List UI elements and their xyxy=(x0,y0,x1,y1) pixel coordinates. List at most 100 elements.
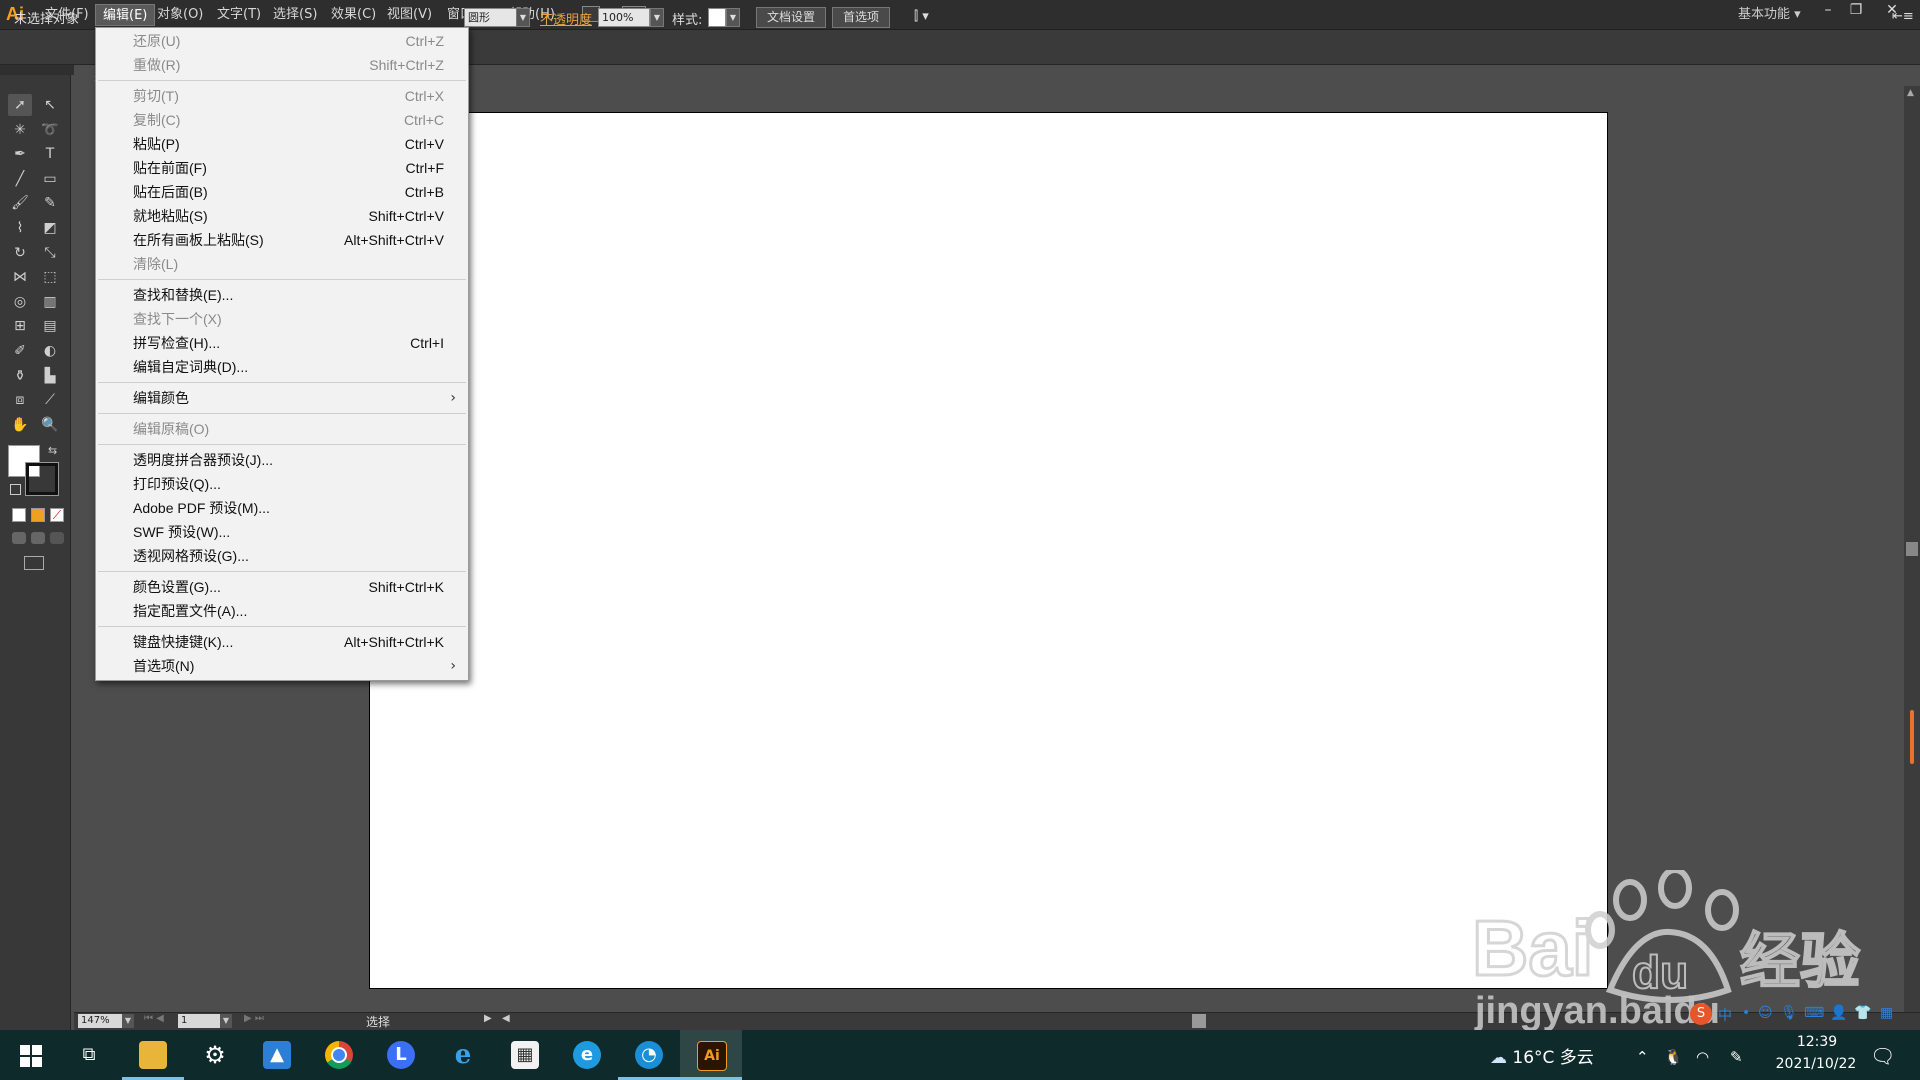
ime-punct-icon[interactable]: • xyxy=(1742,1005,1750,1021)
pen-tool-icon[interactable]: ✒ xyxy=(8,143,32,165)
slice-tool-icon[interactable]: ⟋ xyxy=(38,389,62,411)
shape-builder-tool-icon[interactable]: ◎ xyxy=(8,291,32,313)
opacity-link[interactable]: 不透明度 xyxy=(540,9,592,28)
selection-tool-icon[interactable]: ➚ xyxy=(8,94,32,116)
menu-select[interactable]: 选择(S) xyxy=(266,4,324,26)
edit-menu-item[interactable]: 首选项(N) › xyxy=(96,654,468,678)
scale-tool-icon[interactable]: ⤡ xyxy=(38,242,62,264)
rotate-tool-icon[interactable]: ↻ xyxy=(8,242,32,264)
edge-icon[interactable]: ◔ xyxy=(618,1030,680,1080)
ime-toolbar[interactable]: S 中 • ☺ 🎙 ⌨ 👤 👕 ▦ xyxy=(1690,1003,1906,1025)
sogou-ime-icon[interactable]: S xyxy=(1690,1003,1712,1025)
status-menu-icon[interactable]: ▶ xyxy=(484,1013,492,1024)
edit-menu-item[interactable]: 键盘快捷键(K)... Alt+Shift+Ctrl+K xyxy=(96,630,468,654)
internet-explorer-icon[interactable]: e xyxy=(432,1030,494,1080)
ime-voice-icon[interactable]: 🎙 xyxy=(1780,1005,1798,1021)
edit-menu-item[interactable]: SWF 预设(W)... xyxy=(96,520,468,544)
edit-menu-item[interactable]: 拼写检查(H)... Ctrl+I xyxy=(96,331,468,355)
chevron-down-icon[interactable]: ▼ xyxy=(122,1014,134,1028)
draw-inside-icon[interactable] xyxy=(50,532,64,544)
draw-normal-icon[interactable] xyxy=(12,532,26,544)
chevron-down-icon[interactable]: ▼ xyxy=(220,1014,232,1028)
direct-selection-tool-icon[interactable]: ↖ xyxy=(38,94,62,116)
paintbrush-tool-icon[interactable]: 🖌 xyxy=(8,192,32,214)
file-explorer-icon[interactable] xyxy=(122,1030,184,1080)
ime-emoji-icon[interactable]: ☺ xyxy=(1758,1005,1773,1021)
clock-time[interactable]: 12:39 xyxy=(1787,1034,1847,1050)
scroll-up-icon[interactable]: ▲ xyxy=(1907,88,1914,98)
menu-view[interactable]: 视图(V) xyxy=(380,4,439,26)
draw-behind-icon[interactable] xyxy=(31,532,45,544)
network-icon[interactable]: ◠ xyxy=(1696,1048,1709,1066)
edit-menu-item[interactable]: 透明度拼合器预设(J)... xyxy=(96,448,468,472)
screen-mode-icon[interactable] xyxy=(24,556,44,570)
edit-menu-item[interactable]: Adobe PDF 预设(M)... xyxy=(96,496,468,520)
photos-icon[interactable]: ▲ xyxy=(246,1030,308,1080)
edit-menu-item[interactable]: 指定配置文件(A)... xyxy=(96,599,468,623)
ime-chinese-mode-icon[interactable]: 中 xyxy=(1718,1005,1732,1025)
edit-menu-item[interactable]: 颜色设置(G)... Shift+Ctrl+K xyxy=(96,575,468,599)
lasso-tool-icon[interactable]: ➰ xyxy=(38,119,62,141)
free-transform-tool-icon[interactable]: ⬚ xyxy=(38,266,62,288)
pen-tray-icon[interactable]: ✎ xyxy=(1730,1048,1743,1066)
workspace-switcher[interactable]: 基本功能 ▾ xyxy=(1738,4,1801,26)
hand-tool-icon[interactable]: ✋ xyxy=(8,414,32,436)
chevron-down-icon[interactable]: ▼ xyxy=(650,8,664,27)
zoom-field[interactable]: 147% xyxy=(78,1014,126,1028)
panel-menu-icon[interactable]: ⇤≡ xyxy=(1892,9,1914,24)
ime-user-icon[interactable]: 👤 xyxy=(1830,1005,1847,1021)
menu-effect[interactable]: 效果(C) xyxy=(324,4,383,26)
default-colors-icon[interactable] xyxy=(10,484,21,495)
menu-object[interactable]: 对象(O) xyxy=(150,4,210,26)
stroke-color-swatch[interactable] xyxy=(25,462,59,496)
edit-menu-item[interactable]: 透视网格预设(G)... xyxy=(96,544,468,568)
document-setup-button[interactable]: 文档设置 xyxy=(756,7,827,28)
clock-date[interactable]: 2021/10/22 xyxy=(1761,1056,1871,1072)
align-icon[interactable]: ⫿ ▾ xyxy=(914,9,929,24)
none-mode-icon[interactable]: ⟋ xyxy=(50,508,64,522)
qq-tray-icon[interactable]: 🐧 xyxy=(1664,1048,1683,1066)
windows-start-icon[interactable] xyxy=(0,1030,62,1080)
gradient-tool-icon[interactable]: ▤ xyxy=(38,315,62,337)
menu-type[interactable]: 文字(T) xyxy=(210,4,268,26)
ime-keyboard-icon[interactable]: ⌨ xyxy=(1804,1005,1824,1021)
edit-menu-item[interactable]: 贴在前面(F) Ctrl+F xyxy=(96,156,468,180)
toolbar-handle[interactable] xyxy=(0,65,74,75)
scroll-left-icon[interactable]: ◀ xyxy=(502,1013,510,1024)
column-graph-tool-icon[interactable]: ▙ xyxy=(38,365,62,387)
symbol-sprayer-tool-icon[interactable]: ⚱ xyxy=(8,365,32,387)
swap-colors-icon[interactable]: ⇆ xyxy=(48,444,57,457)
style-swatch[interactable] xyxy=(708,8,726,27)
zoom-tool-icon[interactable]: 🔍 xyxy=(38,414,62,436)
first-page-icon[interactable]: ⏮ ◀ xyxy=(144,1013,164,1024)
ime-toolbox-icon[interactable]: ▦ xyxy=(1880,1005,1893,1021)
eyedropper-tool-icon[interactable]: ✐ xyxy=(8,340,32,362)
edit-menu-item[interactable]: 打印预设(Q)... xyxy=(96,472,468,496)
edit-menu-item[interactable]: 在所有画板上粘贴(S) Alt+Shift+Ctrl+V xyxy=(96,228,468,252)
preferences-button[interactable]: 首选项 xyxy=(832,7,891,28)
edit-menu-item[interactable]: 粘贴(P) Ctrl+V xyxy=(96,132,468,156)
browser-e-icon[interactable]: e xyxy=(556,1030,618,1080)
notification-icon[interactable]: 🗨 xyxy=(1870,1044,1895,1068)
pencil-tool-icon[interactable]: ✎ xyxy=(38,192,62,214)
edit-menu-item[interactable]: 编辑颜色 › xyxy=(96,386,468,410)
brush-shape-field[interactable]: 圆形 xyxy=(464,8,524,27)
rectangle-tool-icon[interactable]: ▭ xyxy=(38,168,62,190)
line-segment-tool-icon[interactable]: ╱ xyxy=(8,168,32,190)
artboard-number-field[interactable]: 1 xyxy=(178,1014,220,1028)
width-tool-icon[interactable]: ⋈ xyxy=(8,266,32,288)
tray-expand-icon[interactable]: ⌃ xyxy=(1636,1048,1649,1066)
perspective-grid-tool-icon[interactable]: ▥ xyxy=(38,291,62,313)
ime-skin-icon[interactable]: 👕 xyxy=(1854,1005,1871,1021)
chevron-down-icon[interactable]: ▼ xyxy=(516,8,530,27)
blob-brush-tool-icon[interactable]: ⌇ xyxy=(8,217,32,239)
weather-widget[interactable]: ☁ 16°C 多云 xyxy=(1490,1043,1594,1068)
color-mode-icon[interactable] xyxy=(12,508,26,522)
edit-menu-item[interactable]: 查找和替换(E)... xyxy=(96,283,468,307)
last-page-icon[interactable]: ▶ ⏭ xyxy=(244,1013,264,1024)
magic-wand-tool-icon[interactable]: ✳ xyxy=(8,119,32,141)
artboard[interactable] xyxy=(369,112,1608,989)
task-view-icon[interactable]: ⧉ xyxy=(58,1030,120,1080)
edit-menu-item[interactable]: 编辑自定词典(D)... xyxy=(96,355,468,379)
eraser-tool-icon[interactable]: ◩ xyxy=(38,217,62,239)
